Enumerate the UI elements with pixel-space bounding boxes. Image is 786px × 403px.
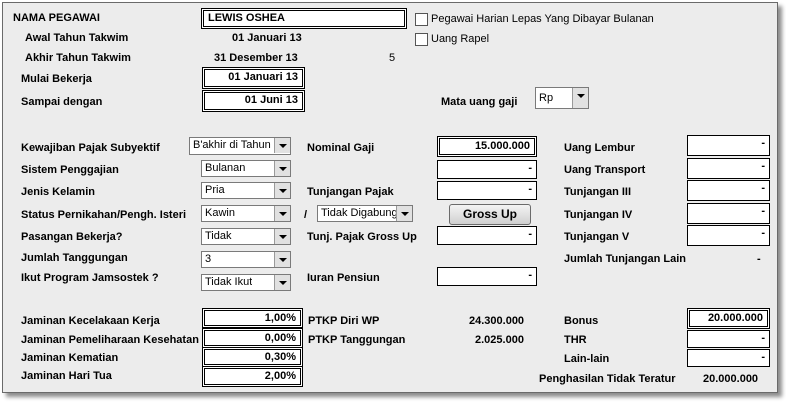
thr-label: THR [564, 334, 587, 346]
jamsostek-value: Tidak Ikut [205, 276, 253, 288]
tax-subject-value: B'akhir di Tahun B [193, 139, 275, 151]
pension-label: Iuran Pensiun [307, 272, 380, 284]
chevron-down-icon[interactable] [396, 206, 412, 221]
jamsostek-label: Ikut Program Jamsostek ? [21, 272, 159, 284]
start-year-label: Awal Tahun Takwim [25, 32, 129, 44]
jpk-field[interactable]: 0,00% [202, 328, 303, 348]
name-label: NAMA PEGAWAI [13, 12, 100, 24]
allowance3-label: Tunjangan III [564, 186, 632, 198]
dependents-select[interactable]: 3 [201, 251, 291, 268]
marital-separator: / [304, 209, 308, 221]
gross-up-button[interactable]: Gross Up [449, 204, 531, 225]
gender-label: Jenis Kelamin [21, 186, 95, 198]
start-year-value: 01 Januari 13 [232, 32, 302, 44]
combined-value: Tidak Digabung [321, 207, 398, 219]
combined-select[interactable]: Tidak Digabung [317, 205, 413, 222]
other-allowance-value: - [757, 253, 761, 265]
work-end-field[interactable]: 01 Juni 13 [202, 90, 305, 112]
spouse-select[interactable]: Tidak [201, 228, 291, 245]
currency-label: Mata uang gaji [441, 96, 518, 108]
employee-form-panel: NAMA PEGAWAI LEWIS OSHEA Awal Tahun Takw… [2, 2, 778, 393]
irregular-total-value: 20.000.000 [703, 373, 759, 385]
grossup-tax-label: Tunj. Pajak Gross Up [307, 231, 417, 243]
pension-field[interactable]: - [437, 267, 537, 286]
dependents-value: 3 [205, 253, 212, 265]
allowance5-field[interactable]: - [687, 225, 770, 246]
allowance4-label: Tunjangan IV [564, 209, 633, 221]
allowance5-label: Tunjangan V [564, 231, 630, 243]
tax-allowance-label: Tunjangan Pajak [307, 186, 394, 198]
harian-checkbox[interactable] [415, 13, 428, 26]
ptkp-dependents-label: PTKP Tanggungan [308, 334, 406, 346]
bonus-field[interactable]: 20.000.000 [687, 308, 770, 329]
jkk-label: Jaminan Kecelakaan Kerja [21, 315, 160, 327]
bonus-label: Bonus [564, 315, 599, 327]
ptkp-self-label: PTKP Diri WP [308, 315, 380, 327]
tax-subject-label: Kewajiban Pajak Subyektif [21, 142, 160, 154]
ptkp-self-value: 24.300.000 [469, 315, 525, 327]
jamsostek-select[interactable]: Tidak Ikut [201, 274, 291, 291]
spouse-label: Pasangan Bekerja? [21, 231, 123, 243]
marital-select[interactable]: Kawin [201, 205, 291, 222]
jht-label: Jaminan Hari Tua [21, 370, 112, 382]
period-count: 5 [389, 52, 396, 64]
jpk-label: Jaminan Pemeliharaan Kesehatan [21, 334, 199, 346]
salary-extra-field[interactable]: - [437, 160, 537, 179]
work-start-label: Mulai Bekerja [21, 73, 92, 85]
marital-value: Kawin [205, 207, 235, 219]
transport-label: Uang Transport [564, 164, 646, 176]
rapel-checkbox[interactable] [415, 33, 428, 46]
dependents-label: Jumlah Tanggungan [21, 252, 128, 264]
chevron-down-icon[interactable] [274, 229, 290, 244]
chevron-down-icon[interactable] [274, 206, 290, 221]
work-start-field[interactable]: 01 Januari 13 [202, 67, 305, 89]
chevron-down-icon[interactable] [274, 183, 290, 198]
other-income-field[interactable]: - [687, 349, 770, 367]
currency-value: Rp [539, 92, 554, 104]
pay-system-value: Bulanan [205, 162, 246, 174]
chevron-down-icon[interactable] [274, 161, 290, 176]
chevron-down-icon[interactable] [274, 138, 290, 153]
other-income-label: Lain-lain [564, 353, 610, 365]
salary-field[interactable]: 15.000.000 [437, 136, 537, 157]
jkm-label: Jaminan Kematian [21, 352, 119, 364]
irregular-total-label: Penghasilan Tidak Teratur [539, 373, 676, 385]
other-allowance-label: Jumlah Tunjangan Lain [564, 253, 687, 265]
chevron-down-icon[interactable] [572, 88, 588, 108]
thr-field[interactable]: - [687, 330, 770, 348]
tax-subject-select[interactable]: B'akhir di Tahun B [189, 137, 291, 155]
spouse-value: Tidak [205, 230, 232, 242]
pay-system-label: Sistem Penggajian [21, 164, 119, 176]
gender-select[interactable]: Pria [201, 182, 291, 199]
marital-label: Status Pernikahan/Pengh. Isteri [21, 209, 187, 221]
jht-field[interactable]: 2,00% [202, 366, 303, 387]
end-year-label: Akhir Tahun Takwim [25, 52, 131, 64]
chevron-down-icon[interactable] [274, 275, 290, 290]
overtime-label: Uang Lembur [564, 142, 635, 154]
name-field[interactable]: LEWIS OSHEA [201, 8, 407, 29]
tax-allowance-field[interactable]: - [437, 181, 537, 200]
gender-value: Pria [205, 184, 225, 196]
work-end-label: Sampai dengan [21, 96, 103, 108]
overtime-field[interactable]: - [687, 135, 770, 156]
jkk-field[interactable]: 1,00% [202, 308, 303, 328]
ptkp-dependents-value: 2.025.000 [475, 334, 524, 346]
salary-label: Nominal Gaji [307, 142, 375, 154]
transport-field[interactable]: - [687, 158, 770, 179]
rapel-label: Uang Rapel [431, 33, 490, 45]
pay-system-select[interactable]: Bulanan [201, 160, 291, 177]
harian-label: Pegawai Harian Lepas Yang Dibayar Bulana… [431, 13, 654, 25]
allowance3-field[interactable]: - [687, 180, 770, 201]
jkm-field[interactable]: 0,30% [202, 347, 303, 367]
allowance4-field[interactable]: - [687, 203, 770, 224]
chevron-down-icon[interactable] [274, 252, 290, 267]
end-year-value: 31 Desember 13 [214, 52, 298, 64]
grossup-tax-field[interactable]: - [437, 226, 537, 245]
currency-select[interactable]: Rp [535, 87, 589, 109]
